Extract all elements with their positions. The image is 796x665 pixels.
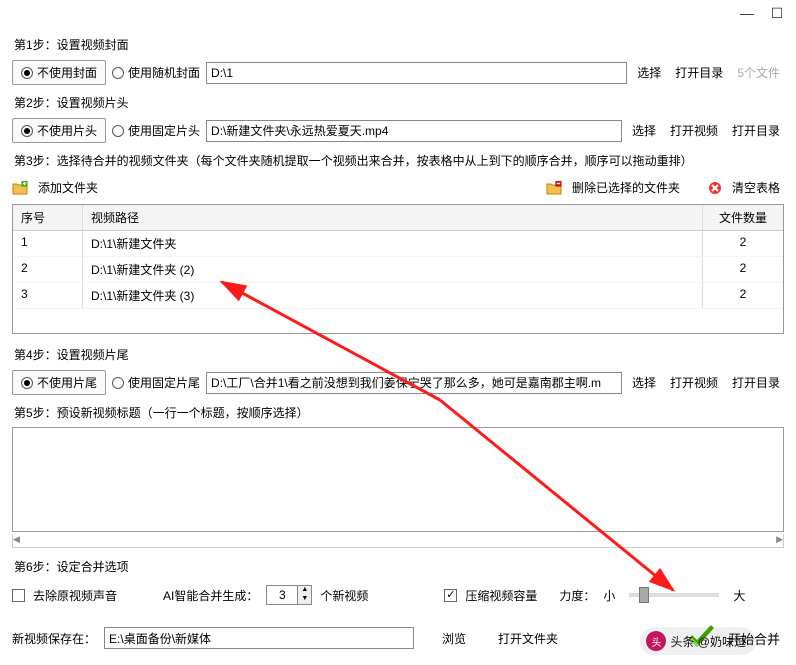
scroll-right-icon[interactable]: ▶	[776, 534, 783, 547]
save-path-input[interactable]	[104, 627, 414, 649]
avatar-icon: 头	[646, 631, 666, 651]
step2-path-input[interactable]	[206, 120, 622, 142]
compress-label: 压缩视频容量	[465, 587, 537, 604]
strength-label: 力度：	[559, 587, 595, 604]
th-count[interactable]: 文件数量	[703, 205, 783, 230]
step2-fixed-head-radio[interactable]: 使用固定片头	[112, 122, 200, 139]
cell-seq: 1	[13, 231, 83, 256]
step1-path-input[interactable]	[206, 62, 627, 84]
step2-open-video-button[interactable]: 打开视频	[666, 120, 722, 141]
ai-suffix: 个新视频	[320, 587, 368, 604]
watermark: 头 头条 @奶味逗	[640, 627, 756, 655]
step2-select-button[interactable]: 选择	[628, 120, 660, 141]
step5-label: 第5步：预设新视频标题（一行一个标题，按顺序选择）	[0, 398, 796, 425]
scroll-left-icon[interactable]: ◀	[13, 534, 20, 547]
step1-label: 第1步：设置视频封面	[0, 30, 796, 57]
step4-no-tail-radio[interactable]: 不使用片尾	[12, 370, 106, 395]
radio-label: 不使用片头	[37, 122, 97, 139]
step2-open-dir-button[interactable]: 打开目录	[728, 120, 784, 141]
cell-seq: 3	[13, 283, 83, 308]
spin-down-icon[interactable]: ▼	[297, 595, 311, 604]
radio-label: 使用固定片尾	[128, 374, 200, 391]
radio-label: 不使用片尾	[37, 374, 97, 391]
strength-slider[interactable]	[629, 593, 719, 597]
table-row[interactable]: 2 D:\1\新建文件夹 (2) 2	[13, 257, 783, 283]
step4-fixed-tail-radio[interactable]: 使用固定片尾	[112, 374, 200, 391]
strength-small: 小	[603, 587, 615, 604]
folder-table[interactable]: 序号 视频路径 文件数量 1 D:\1\新建文件夹 2 2 D:\1\新建文件夹…	[12, 204, 784, 334]
folder-add-icon	[12, 181, 28, 195]
remove-audio-checkbox[interactable]	[12, 589, 25, 602]
step1-select-button[interactable]: 选择	[633, 62, 665, 83]
radio-label: 不使用封面	[37, 64, 97, 81]
watermark-text: 头条 @奶味逗	[670, 633, 746, 650]
cell-path: D:\1\新建文件夹	[83, 231, 703, 256]
cell-path: D:\1\新建文件夹 (3)	[83, 283, 703, 308]
step4-path-input[interactable]	[206, 372, 622, 394]
step4-select-button[interactable]: 选择	[628, 372, 660, 393]
step1-file-count: 5个文件	[733, 62, 784, 83]
step4-open-video-button[interactable]: 打开视频	[666, 372, 722, 393]
cell-count: 2	[703, 231, 783, 256]
radio-icon	[21, 377, 33, 389]
browse-button[interactable]: 浏览	[438, 628, 470, 649]
table-row[interactable]: 1 D:\1\新建文件夹 2	[13, 231, 783, 257]
remove-audio-label: 去除原视频声音	[33, 587, 117, 604]
cell-count: 2	[703, 283, 783, 308]
maximize-button[interactable]: ☐	[762, 5, 792, 25]
cell-path: D:\1\新建文件夹 (2)	[83, 257, 703, 282]
radio-icon	[112, 125, 124, 137]
step2-label: 第2步：设置视频片头	[0, 88, 796, 115]
cell-seq: 2	[13, 257, 83, 282]
radio-icon	[21, 125, 33, 137]
titles-textarea[interactable]	[12, 427, 784, 532]
th-path[interactable]: 视频路径	[83, 205, 703, 230]
clear-table-button[interactable]: 清空表格	[728, 177, 784, 198]
open-save-folder-button[interactable]: 打开文件夹	[494, 628, 562, 649]
strength-large: 大	[733, 587, 745, 604]
radio-label: 使用随机封面	[128, 64, 200, 81]
delete-selected-button[interactable]: 删除已选择的文件夹	[568, 177, 684, 198]
step3-label: 第3步：选择待合并的视频文件夹（每个文件夹随机提取一个视频出来合并，按表格中从上…	[0, 146, 796, 173]
step2-no-head-radio[interactable]: 不使用片头	[12, 118, 106, 143]
ai-count-spinner[interactable]: ▲▼	[266, 585, 312, 605]
compress-checkbox[interactable]	[444, 589, 457, 602]
step4-label: 第4步：设置视频片尾	[0, 340, 796, 367]
table-row[interactable]: 3 D:\1\新建文件夹 (3) 2	[13, 283, 783, 309]
radio-label: 使用固定片头	[128, 122, 200, 139]
clear-icon	[708, 181, 722, 195]
save-label: 新视频保存在：	[12, 630, 96, 647]
radio-icon	[21, 67, 33, 79]
folder-delete-icon	[546, 181, 562, 195]
radio-icon	[112, 67, 124, 79]
add-folder-button[interactable]: 添加文件夹	[34, 177, 102, 198]
spin-up-icon[interactable]: ▲	[297, 586, 311, 595]
ai-count-input[interactable]	[267, 586, 297, 604]
step1-open-dir-button[interactable]: 打开目录	[671, 62, 727, 83]
minimize-button[interactable]: —	[732, 5, 762, 25]
ai-label: AI智能合并生成：	[163, 587, 258, 604]
step1-no-cover-radio[interactable]: 不使用封面	[12, 60, 106, 85]
step1-random-radio[interactable]: 使用随机封面	[112, 64, 200, 81]
step4-open-dir-button[interactable]: 打开目录	[728, 372, 784, 393]
cell-count: 2	[703, 257, 783, 282]
step6-label: 第6步：设定合并选项	[0, 548, 796, 579]
th-seq[interactable]: 序号	[13, 205, 83, 230]
radio-icon	[112, 377, 124, 389]
